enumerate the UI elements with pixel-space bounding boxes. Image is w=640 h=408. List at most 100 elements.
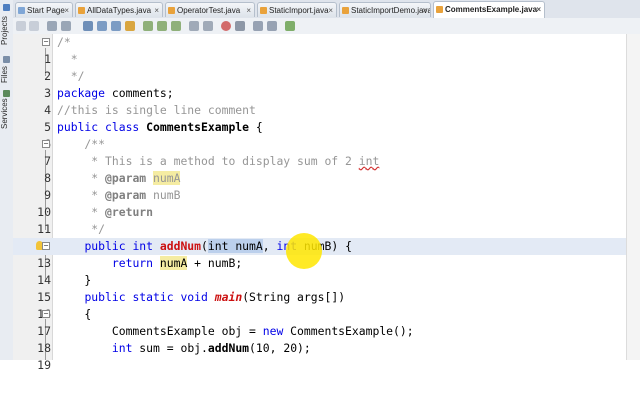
tab-commentsexample[interactable]: CommentsExample.java × [433,1,545,18]
fold-toggle[interactable]: − [42,310,50,318]
services-tab[interactable]: Services [0,98,13,130]
java-file-icon [436,6,443,13]
javadoc-text: * This is a method to display sum of 2 [57,154,359,168]
projects-tab[interactable]: Projects [0,12,13,50]
editor-tab-bar: Start Page × AllDataTypes.java × Operato… [13,0,640,19]
keyword: package [57,86,106,100]
previous-bookmark-icon[interactable] [143,21,153,31]
files-tab[interactable]: Files [0,64,13,86]
code-line: 11 * @return [13,204,626,236]
keyword: public static void [84,290,208,304]
close-icon[interactable]: × [536,2,541,17]
java-file-icon [260,7,267,14]
identifier: (String args[]) [242,290,346,304]
close-icon[interactable]: × [154,3,159,17]
javadoc-tag: @param [105,171,147,185]
close-icon[interactable]: × [64,3,69,17]
code-line: 6 public class CommentsExample { [13,119,626,151]
back-icon[interactable] [47,21,57,31]
find-previous-icon[interactable] [97,21,107,31]
code-line: 12 */ [13,221,626,253]
tab-label: Start Page [27,6,65,15]
projects-icon[interactable] [3,4,10,11]
javadoc-tag: @param [105,188,147,202]
close-icon[interactable]: × [246,3,251,17]
code-text: */ [57,69,85,83]
spelling-error: int [358,154,380,168]
identifier: + numB; [187,256,243,270]
java-file-icon [78,7,85,14]
forward-icon[interactable] [61,21,71,31]
code-text: * [57,52,78,66]
mouse-cursor-highlight [286,233,322,269]
search-icon[interactable] [83,21,93,31]
code-text: /* [57,35,71,49]
code-line: 19 int sum = obj.addNum(10, 20); [13,340,626,372]
code-text: //this is single line comment [57,103,256,117]
keyword: new [262,324,284,338]
record-macro-icon[interactable] [221,21,231,31]
tab-staticimport[interactable]: StaticImport.java × [257,2,337,17]
close-icon[interactable]: × [422,3,427,17]
tab-alldatatypes[interactable]: AllDataTypes.java × [75,2,163,17]
tab-staticimportdemo[interactable]: StaticImportDemo.java × [339,2,431,17]
code-text: return numA + numB; [57,255,242,272]
files-icon[interactable] [3,56,10,63]
class-name: CommentsExample [146,120,250,134]
code-editor[interactable]: 1 − /* 2 * 3 */ 4 package comments; 5 //… [13,34,626,372]
fold-toggle[interactable]: − [42,242,50,250]
run-icon[interactable] [285,21,295,31]
uncomment-icon[interactable] [267,21,277,31]
punctuation: ( [201,239,208,253]
code-text: * @param numA [57,170,181,187]
tab-label: CommentsExample.java [445,5,538,14]
code-line: 7 − /** [13,136,626,168]
code-line: 10 * @param numB [13,187,626,219]
javadoc-tag: @return [105,205,154,219]
keyword: int [111,341,133,355]
find-next-icon[interactable] [111,21,121,31]
close-icon[interactable]: × [328,3,333,17]
tab-operatortest[interactable]: OperatorTest.java × [165,2,255,17]
occurrence-highlight: numA [153,171,181,185]
code-text: { [57,307,92,321]
shift-left-icon[interactable] [189,21,199,31]
stop-macro-icon[interactable] [235,21,245,31]
shift-right-icon[interactable] [203,21,213,31]
code-text: CommentsExample obj = new CommentsExampl… [57,323,414,340]
code-text: public class CommentsExample { [57,119,263,136]
identifier: CommentsExample(); [283,324,414,338]
vertical-scrollbar[interactable] [626,34,640,360]
code-line: 1 − /* [13,34,626,66]
tab-label: StaticImportDemo.java [351,6,431,15]
code-line: 8 * This is a method to display sum of 2… [13,153,626,185]
method-name: main [214,290,243,304]
services-icon[interactable] [3,90,10,97]
code-text: package comments; [57,85,174,102]
side-tool-strip: Projects Files Services [0,0,14,360]
punctuation: { [249,120,263,134]
fold-toggle[interactable]: − [42,140,50,148]
source-view-icon[interactable] [16,21,26,31]
method-call: addNum [207,341,250,355]
next-bookmark-icon[interactable] [157,21,167,31]
tab-label: AllDataTypes.java [87,6,152,15]
toggle-bookmark-icon[interactable] [171,21,181,31]
toggle-highlight-icon[interactable] [125,21,135,31]
javadoc-text: * [57,171,106,185]
tab-start-page[interactable]: Start Page × [15,2,73,17]
keyword: public int [84,239,154,253]
method-name: addNum [159,239,202,253]
comment-icon[interactable] [253,21,263,31]
history-icon[interactable] [29,21,39,31]
fold-toggle[interactable]: − [42,38,50,46]
code-line: 2 * [13,51,626,83]
code-line: 17 − { [13,306,626,338]
tab-label: OperatorTest.java [177,6,241,15]
